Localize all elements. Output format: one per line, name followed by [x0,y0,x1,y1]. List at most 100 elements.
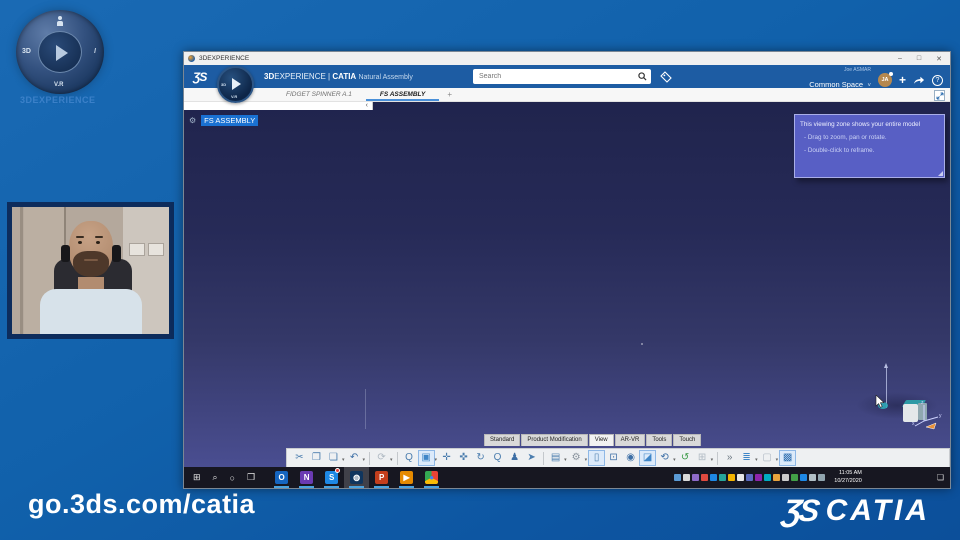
minimize-button[interactable]: – [898,55,902,63]
chevron-down-icon[interactable]: ▾ [755,457,758,463]
tray-icon[interactable] [800,474,808,481]
ribbon-tab[interactable]: Tools [646,434,673,446]
toolbar-icon[interactable]: ▤ [547,450,564,466]
tray-icon[interactable] [683,474,691,481]
toolbar-icon[interactable]: ◉ [622,450,639,466]
taskbar-app-icon[interactable]: ◍ [344,467,370,488]
search-input[interactable] [477,72,638,81]
toolbar-icon[interactable] [396,451,398,465]
toolbar-icon[interactable]: » [721,450,738,466]
toolbar-icon[interactable]: ✂ [291,450,308,466]
tree-root-label[interactable]: FS ASSEMBLY [201,115,259,126]
toolbar-icon[interactable]: ↻ [472,450,489,466]
taskbar-system-icon[interactable]: ⌕ [213,472,218,483]
tray-icon[interactable] [782,474,790,481]
tray-icon[interactable] [755,474,763,481]
maximize-button[interactable]: □ [917,55,921,63]
chevron-down-icon[interactable]: ▾ [711,457,714,463]
tray-icon[interactable] [701,474,709,481]
ribbon-tab[interactable]: Product Modification [521,434,588,446]
toolbar-icon[interactable]: ✜ [455,450,472,466]
chevron-down-icon[interactable]: ▾ [435,457,438,463]
chevron-down-icon[interactable]: ▾ [673,457,676,463]
toolbar-icon[interactable]: ✛ [438,450,455,466]
taskbar-app-icon[interactable]: S [319,467,344,488]
tray-icon[interactable] [719,474,727,481]
avatar[interactable]: JA [877,72,893,88]
window-titlebar[interactable]: 3DEXPERIENCE – □ ✕ [184,52,950,65]
taskbar-app-icon[interactable]: P [369,467,394,488]
axes-triad-icon[interactable]: z y x [912,399,944,431]
toolbar-icon[interactable]: ⟲ [656,450,673,466]
ribbon-tab[interactable]: Touch [673,434,702,446]
toolbar-icon[interactable]: ▢ [759,450,776,466]
toolbar-icon[interactable] [543,451,545,465]
chevron-down-icon[interactable]: ▾ [390,457,393,463]
toolbar-icon[interactable]: ⊡ [605,450,622,466]
add-button[interactable]: + [899,73,906,87]
toolbar-icon[interactable]: ❐ [308,450,325,466]
taskbar-system-icon[interactable]: ❒ [247,472,255,483]
new-tab-button[interactable]: + [439,88,460,101]
toolbar-icon[interactable]: ➤ [523,450,540,466]
document-tab[interactable]: FIDGET SPINNER A.1 [272,88,366,101]
tray-icon[interactable] [692,474,700,481]
tray-icon[interactable] [809,474,817,481]
taskbar-app-icon[interactable]: N [294,467,319,488]
help-icon[interactable]: ? [932,74,943,86]
search-icon[interactable] [638,72,647,81]
toolbar-icon[interactable]: ♟ [506,450,523,466]
toolbar-icon[interactable]: Q [489,450,506,466]
chevron-down-icon[interactable]: ▾ [776,457,779,463]
tray-icon[interactable] [737,474,745,481]
ribbon-tab[interactable]: View [588,434,614,446]
taskbar-app-icon[interactable]: O [269,467,294,488]
tray-icon[interactable] [728,474,736,481]
taskbar-app-icon[interactable]: ● [419,467,444,488]
ribbon-tab[interactable]: Standard [484,434,521,446]
taskbar-system-icon[interactable]: ○ [230,473,235,483]
toolbar-icon[interactable]: ▯ [588,450,606,466]
tray-icon[interactable] [818,474,826,481]
chevron-down-icon[interactable]: ▾ [363,457,366,463]
search-box[interactable] [473,69,651,84]
toolbar-icon[interactable]: ↺ [677,450,694,466]
tray-icon[interactable] [773,474,781,481]
toolbar-icon[interactable]: ▣ [417,450,435,466]
document-tab[interactable]: FS ASSEMBLY [365,88,440,101]
toolbar-icon[interactable]: ↶ [346,450,363,466]
action-center-icon[interactable]: ❏ [937,473,944,482]
chevron-down-icon[interactable]: ▾ [585,457,588,463]
toolbar-icon[interactable]: ≣ [738,450,755,466]
toolbar-icon[interactable]: ⟳ [373,450,390,466]
tree-root-item[interactable]: ⚙ FS ASSEMBLY [189,115,259,126]
tray-icon[interactable] [791,474,799,481]
tray-icon[interactable] [674,474,682,481]
ribbon-tab[interactable]: AR-VR [614,434,646,446]
tree-panel-header[interactable]: ‹ [184,102,373,110]
toolbar-icon[interactable] [717,451,719,465]
share-icon[interactable] [913,75,925,85]
tag-icon[interactable] [660,71,672,83]
toolbar-icon[interactable]: ⊞ [694,450,711,466]
close-button[interactable]: ✕ [936,55,942,63]
3d-viewport[interactable]: ‹ ⚙ FS ASSEMBLY This viewing zone shows … [184,102,950,467]
toolbar-icon[interactable]: ⚙ [568,450,585,466]
taskbar-app-icon[interactable]: ▶ [394,467,419,488]
chevron-down-icon[interactable]: ▾ [564,457,567,463]
chevron-down-icon[interactable]: ▾ [342,457,345,463]
compass-menu-button[interactable]: V.R 3D [217,66,254,103]
tray-icon[interactable] [710,474,718,481]
toolbar-icon[interactable]: ▩ [779,450,797,466]
model-anchor-dot [641,343,643,345]
resize-grip[interactable] [938,171,943,176]
toolbar-icon[interactable]: ❏ [325,450,342,466]
toolbar-icon[interactable]: Q [401,450,418,466]
tray-icon[interactable] [746,474,754,481]
taskbar-system-icon[interactable]: ⊞ [193,472,201,483]
expand-window-icon[interactable] [934,90,945,101]
taskbar-clock[interactable]: 11:05 AM 10/27/2020 [834,470,862,484]
toolbar-icon[interactable] [369,451,371,465]
toolbar-icon[interactable]: ◪ [639,450,657,466]
tray-icon[interactable] [764,474,772,481]
